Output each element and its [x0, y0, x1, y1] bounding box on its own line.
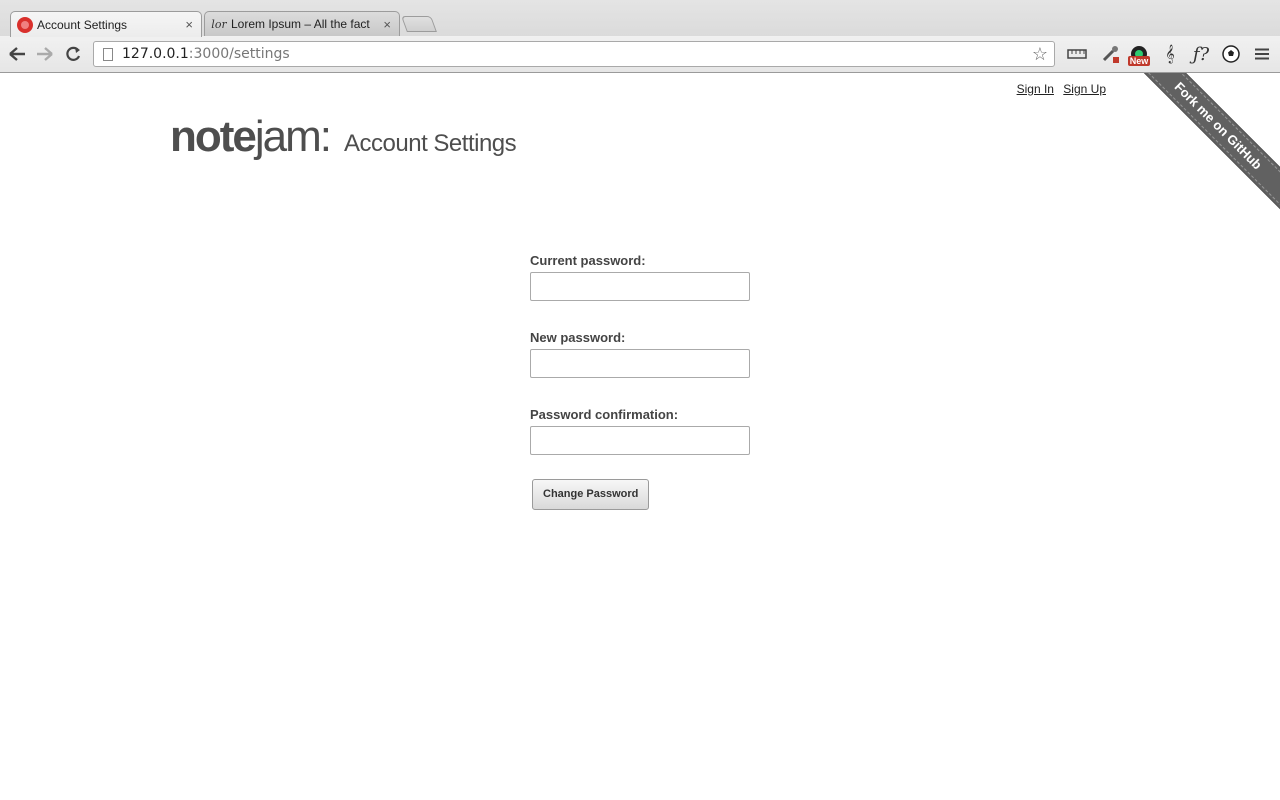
- tab-strip: Account Settings × lor Lorem Ipsum – All…: [0, 0, 1280, 37]
- new-password-input[interactable]: [530, 349, 750, 378]
- treble-clef-extension-icon[interactable]: 𝄞: [1160, 42, 1180, 66]
- browser-chrome: Account Settings × lor Lorem Ipsum – All…: [0, 0, 1280, 73]
- tab-close-icon[interactable]: ×: [383, 17, 391, 32]
- page-title: Account Settings: [344, 130, 517, 157]
- change-password-button[interactable]: Change Password: [532, 478, 650, 510]
- reload-icon[interactable]: [63, 44, 83, 64]
- password-confirmation-group: Password confirmation:: [530, 407, 790, 455]
- sign-in-link[interactable]: Sign In: [1017, 82, 1054, 96]
- menu-icon[interactable]: [1252, 42, 1272, 66]
- notejam-favicon-icon: [17, 16, 33, 33]
- tab-title: Lorem Ipsum – All the fact: [231, 17, 370, 31]
- ruler-extension-icon[interactable]: [1066, 42, 1088, 66]
- new-password-group: New password:: [530, 330, 790, 378]
- current-password-group: Current password:: [530, 253, 790, 301]
- eyedropper-extension-icon[interactable]: [1098, 42, 1122, 66]
- github-ribbon-container: Fork me on GitHub: [1140, 73, 1280, 213]
- forward-icon[interactable]: [35, 44, 55, 64]
- password-confirmation-label: Password confirmation:: [530, 407, 679, 422]
- bookmark-star-icon[interactable]: ☆: [1032, 44, 1048, 65]
- password-confirmation-input[interactable]: [530, 426, 750, 455]
- current-password-input[interactable]: [530, 272, 750, 301]
- lorem-favicon-icon: lor: [211, 17, 227, 31]
- url-text: 127.0.0.1:3000/settings: [122, 46, 290, 62]
- colorwheel-extension-icon[interactable]: New: [1126, 42, 1152, 66]
- address-bar[interactable]: 127.0.0.1:3000/settings ☆: [93, 41, 1055, 67]
- tab-title: Account Settings: [37, 17, 128, 32]
- sign-up-link[interactable]: Sign Up: [1063, 82, 1106, 96]
- tab-lorem-ipsum[interactable]: lor Lorem Ipsum – All the fact ×: [204, 11, 400, 36]
- new-badge: New: [1127, 56, 1151, 66]
- tab-close-icon[interactable]: ×: [185, 17, 193, 32]
- new-tab-button[interactable]: [401, 16, 437, 32]
- soccer-ball-extension-icon[interactable]: [1220, 42, 1242, 66]
- change-password-form: Current password: New password: Password…: [530, 253, 790, 510]
- new-password-label: New password:: [530, 330, 626, 345]
- page-header: notejam: Account Settings: [170, 112, 517, 162]
- tab-account-settings[interactable]: Account Settings ×: [10, 11, 202, 37]
- function-help-extension-icon[interactable]: ƒ?: [1188, 42, 1214, 66]
- current-password-label: Current password:: [530, 253, 646, 268]
- notejam-logo[interactable]: notejam:: [170, 112, 344, 162]
- fork-me-on-github-ribbon[interactable]: Fork me on GitHub: [1140, 73, 1280, 213]
- page-icon: [103, 47, 113, 61]
- back-icon[interactable]: [7, 44, 27, 64]
- auth-links: Sign In Sign Up: [1011, 82, 1106, 96]
